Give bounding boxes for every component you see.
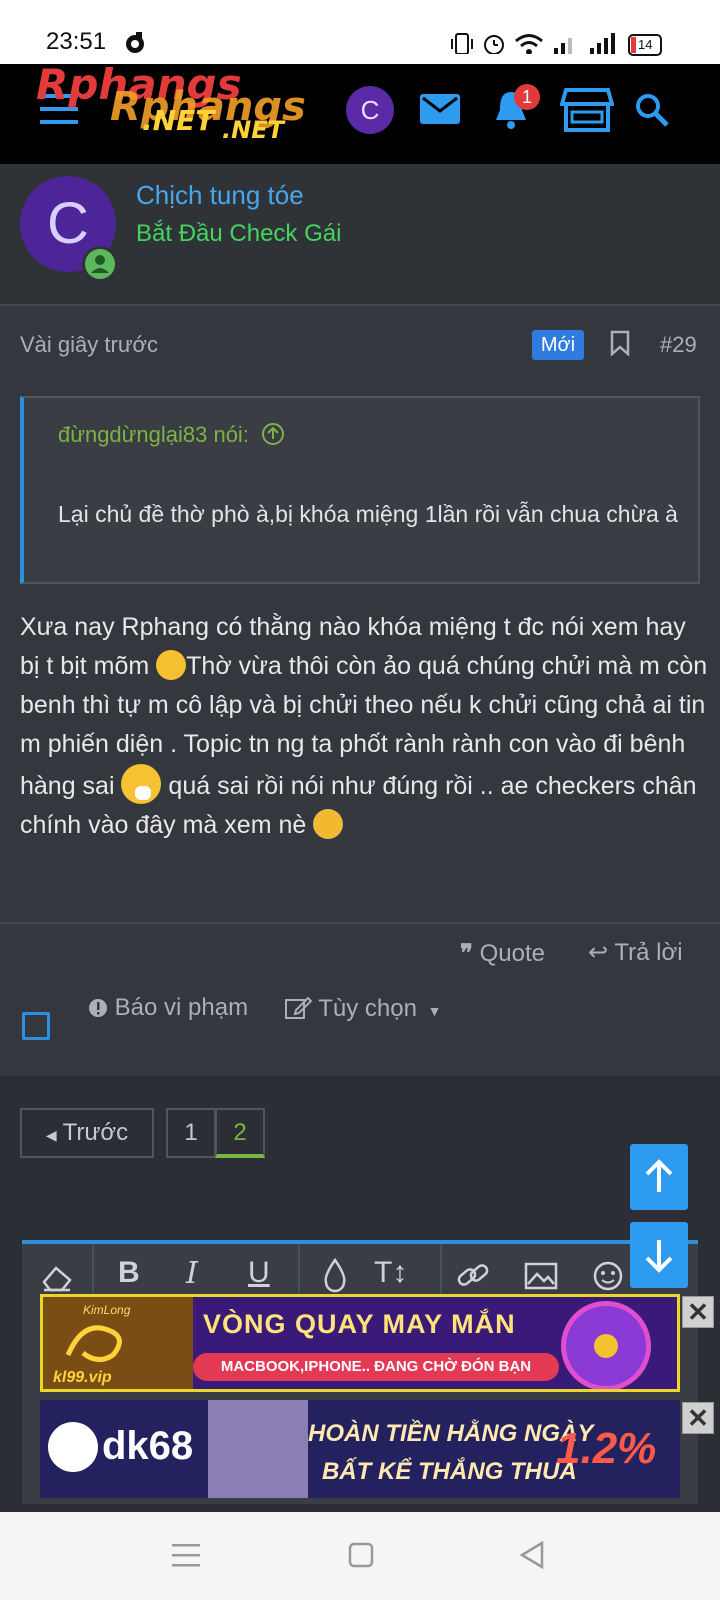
logo-domain: .NET [142,104,215,137]
quote-author[interactable]: đừngdừnglại83 nói: [58,422,285,448]
ad-banner-cashback[interactable]: dk68 HOÀN TIỀN HẰNG NGÀY BẤT KỂ THẮNG TH… [40,1400,680,1498]
back-icon[interactable] [518,1540,546,1570]
quote-text: Lại chủ đề thờ phò à,bị khóa miệng 1lần … [58,501,678,527]
logo-domain-shadow: .NET [222,116,284,144]
prev-page-button[interactable]: ◀ Trước [20,1108,154,1158]
search-icon[interactable] [634,92,670,128]
emoji-icon[interactable] [592,1260,624,1292]
quote-button[interactable]: ❞ Quote [460,938,545,968]
bold-icon[interactable]: B [118,1256,140,1290]
recent-apps-icon[interactable] [172,1542,200,1568]
header-avatar[interactable]: C [346,86,394,134]
underline-icon[interactable]: U [248,1256,270,1290]
thinking-emoji-icon [156,650,187,680]
edit-icon [285,996,313,1019]
ad-title: VÒNG QUAY MAY MẮN [203,1309,516,1339]
author-name[interactable]: Chịch tung tóe [136,180,304,211]
ad-banner-lucky-wheel[interactable]: KimLong kl99.vip VÒNG QUAY MAY MẮN MACBO… [40,1294,680,1392]
quote-icon: ❞ [460,938,473,967]
close-icon: ✕ [687,1297,709,1327]
arrow-down-icon [645,1240,673,1273]
quote-block: đừngdừnglại83 nói: Lại chủ đề thờ phò à,… [20,396,700,584]
eraser-icon[interactable] [40,1260,74,1292]
post-number[interactable]: #29 [660,332,697,358]
reply-button[interactable]: ↩ Trả lời [588,938,683,967]
ad2-title-1: HOÀN TIỀN HẰNG NGÀY [308,1420,594,1447]
laughing-emoji-icon [121,764,162,804]
signal-icon-2 [590,33,615,54]
ad-dragon-logo: KimLong kl99.vip [43,1297,193,1389]
dragon-icon [65,1325,122,1362]
lucky-wheel-icon [561,1301,651,1389]
post-author-card: C Chịch tung tóe Bắt Đầu Check Gái [0,164,720,306]
page-2-link[interactable]: 2 [215,1108,265,1158]
close-ad2-button[interactable]: ✕ [682,1402,714,1434]
ad-brand: kl99.vip [53,1369,112,1386]
image-icon[interactable] [524,1262,558,1290]
reply-icon: ↩ [588,939,609,966]
options-dropdown[interactable]: Tùy chọn ▼ [284,994,441,1023]
arrow-up-circle-icon[interactable] [261,422,285,446]
author-title: Bắt Đầu Check Gái [136,220,342,247]
report-button[interactable]: Báo vi phạm [88,994,248,1022]
wifi-icon [515,34,543,54]
battery-icon: 14 [628,34,662,56]
status-bar: 23:51 14 [0,0,720,64]
post-body: Xưa nay Rphang có thằng nào khóa miệng t… [20,608,710,845]
vibrate-icon [451,33,473,54]
ad2-percent: 1.2% [556,1424,657,1473]
store-icon[interactable] [560,86,614,134]
italic-icon[interactable]: I [186,1256,198,1291]
scroll-top-button[interactable] [630,1144,688,1210]
system-nav-bar [0,1512,720,1600]
close-ad-button[interactable]: ✕ [682,1296,714,1328]
signal-icon [554,38,572,54]
mail-icon[interactable] [420,94,460,124]
select-post-checkbox[interactable] [22,1012,50,1040]
alarm-icon [484,35,504,54]
ad2-title-2: BẤT KỂ THẮNG THUA [322,1458,577,1485]
chevron-left-icon: ◀ [45,1127,57,1143]
online-status-icon [82,246,118,282]
notifications-button[interactable]: 1 [494,84,540,130]
scroll-bottom-button[interactable] [630,1222,688,1288]
ad2-brand: dk68 [102,1424,194,1468]
post: Vài giây trước Mới #29 đừngdừnglại83 nói… [0,306,720,1076]
dk68-logo-icon [48,1422,98,1472]
new-badge: Mới [532,330,584,360]
post-time[interactable]: Vài giây trước [20,332,158,358]
chevron-down-icon: ▼ [427,1003,442,1019]
bookmark-icon[interactable] [610,330,630,356]
page-1-link[interactable]: 1 [166,1108,216,1158]
text-size-icon[interactable]: T↕ [374,1256,407,1290]
site-header: Rphangs Rphangs .NET .NET C 1 [0,60,720,164]
link-icon[interactable] [456,1260,492,1292]
color-drop-icon[interactable] [322,1258,348,1294]
notification-badge: 1 [514,84,540,110]
ad-subtitle: MACBOOK,IPHONE.. ĐANG CHỜ ĐÓN BẠN [193,1353,559,1381]
alert-icon [89,999,107,1017]
ad2-people-image [208,1400,308,1498]
status-time: 23:51 [46,28,107,55]
app-notification-icon [126,32,144,53]
shocked-emoji-icon [313,809,344,839]
close-icon: ✕ [687,1403,709,1433]
arrow-up-icon [645,1159,673,1192]
battery-level: 14 [638,37,653,52]
home-icon[interactable] [348,1542,374,1568]
post-divider [0,922,720,924]
